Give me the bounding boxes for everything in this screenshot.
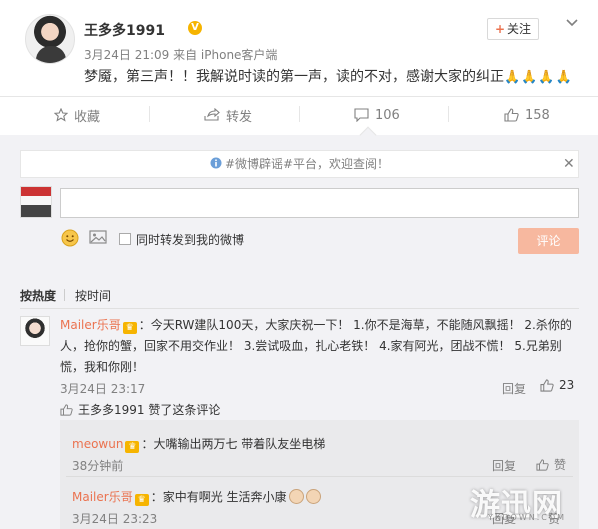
divider	[64, 289, 65, 301]
sub-reply-1: meowun ♛ ：大嘴输出两万七 带着队友坐电梯	[72, 435, 325, 453]
forward-button[interactable]: 转发	[204, 104, 252, 126]
reply-user[interactable]: meowun	[72, 437, 123, 451]
submit-comment-button[interactable]: 评论	[518, 228, 579, 254]
image-icon[interactable]	[89, 229, 107, 245]
like-button[interactable]: 158	[504, 104, 550, 126]
commenter-avatar[interactable]	[20, 316, 50, 346]
thumbs-up-icon	[60, 403, 73, 416]
thumbs-up-icon	[536, 458, 549, 471]
reply-button[interactable]: 回复	[502, 380, 526, 397]
favorite-button[interactable]: 收藏	[54, 104, 100, 126]
author-avatar[interactable]	[25, 14, 75, 64]
divider	[0, 96, 598, 97]
notice-text: #微博辟谣#平台，欢迎查阅！	[224, 157, 390, 171]
emoji-icon[interactable]	[61, 229, 79, 247]
forward-checkbox-label: 同时转发到我的微博	[136, 233, 245, 247]
post-meta: 3月24日 21:09 来自 iPhone客户端	[84, 48, 278, 62]
comment-input[interactable]	[60, 188, 579, 218]
comment-body: Mailer乐哥 ♛ ：今天RW建队100天，大家庆祝一下！ 1.你不是海草，不能随…	[60, 315, 576, 378]
reply-like-label: 赞	[554, 458, 567, 472]
reply-text: ：大嘴输出两万七 带着队友坐电梯	[141, 437, 326, 451]
comment-icon	[354, 108, 369, 122]
divider	[20, 308, 579, 309]
info-icon	[210, 157, 222, 169]
comment-like-button[interactable]: 23	[540, 378, 574, 392]
comment-text: ：今天RW建队100天，大家庆祝一下！ 1.你不是海草，不能随风飘摇！ 2.杀你…	[60, 318, 572, 374]
member-badge-icon: ♛	[125, 441, 140, 453]
reply-text: ：家中有啊光 生活奔小康	[150, 490, 287, 504]
tab-sort-time[interactable]: 按时间	[75, 287, 111, 304]
watermark-url: YXDOWN.COM	[488, 513, 567, 522]
divider	[149, 106, 150, 122]
comment-button[interactable]: 106	[354, 104, 400, 126]
author-name[interactable]: 王多多1991	[84, 20, 165, 40]
pray-emoji-group: 🙏🙏🙏🙏	[504, 70, 573, 85]
reply-time: 38分钟前	[72, 459, 124, 473]
forward-label: 转发	[226, 109, 253, 125]
thumbs-up-icon	[504, 108, 519, 122]
reply-user[interactable]: Mailer乐哥	[72, 490, 133, 504]
close-icon[interactable]: ✕	[563, 156, 575, 172]
like-count: 158	[525, 107, 550, 123]
follow-label: 关注	[507, 22, 532, 36]
notice-bar[interactable]: #微博辟谣#平台，欢迎查阅！	[20, 150, 579, 178]
reply-time: 3月24日 23:23	[72, 512, 158, 526]
divider	[66, 476, 573, 477]
chevron-down-icon[interactable]	[565, 16, 579, 30]
emoji-face-icon	[288, 489, 304, 504]
member-badge-icon: ♛	[122, 322, 137, 334]
verified-icon: V	[188, 21, 202, 35]
comment-count: 106	[375, 107, 400, 123]
current-user-avatar	[20, 186, 52, 218]
member-badge-icon: ♛	[134, 494, 149, 506]
post-body: 梦魇，第三声！！我解说时读的第一声，读的不对，感谢大家的纠正	[84, 69, 504, 85]
comment-time: 3月24日 23:17	[60, 382, 146, 396]
reply-label: 回复	[502, 382, 527, 396]
favorite-label: 收藏	[74, 109, 101, 125]
post-text: 梦魇，第三声！！我解说时读的第一声，读的不对，感谢大家的纠正🙏🙏🙏🙏	[84, 66, 573, 86]
author-liked-row: 王多多1991 赞了这条评论	[60, 401, 220, 418]
divider	[448, 106, 449, 122]
follow-button[interactable]: + 关注	[487, 18, 539, 40]
emoji-face-icon	[305, 489, 321, 504]
plus-icon: +	[494, 22, 506, 36]
reply-button[interactable]: 回复	[492, 457, 516, 474]
star-icon	[54, 108, 68, 122]
commenter-name[interactable]: Mailer乐哥	[60, 318, 121, 332]
reply-label: 回复	[492, 459, 517, 473]
comment-like-count: 23	[559, 378, 575, 392]
forward-icon	[204, 108, 220, 121]
divider	[299, 106, 300, 122]
sub-reply-2: Mailer乐哥 ♛ ：家中有啊光 生活奔小康	[72, 488, 321, 506]
forward-checkbox[interactable]	[119, 233, 131, 245]
author-liked-text: 王多多1991 赞了这条评论	[78, 403, 221, 417]
reply-like-button[interactable]: 赞	[536, 456, 566, 473]
thumbs-up-icon	[540, 378, 554, 392]
tab-sort-hot[interactable]: 按热度	[20, 287, 56, 304]
